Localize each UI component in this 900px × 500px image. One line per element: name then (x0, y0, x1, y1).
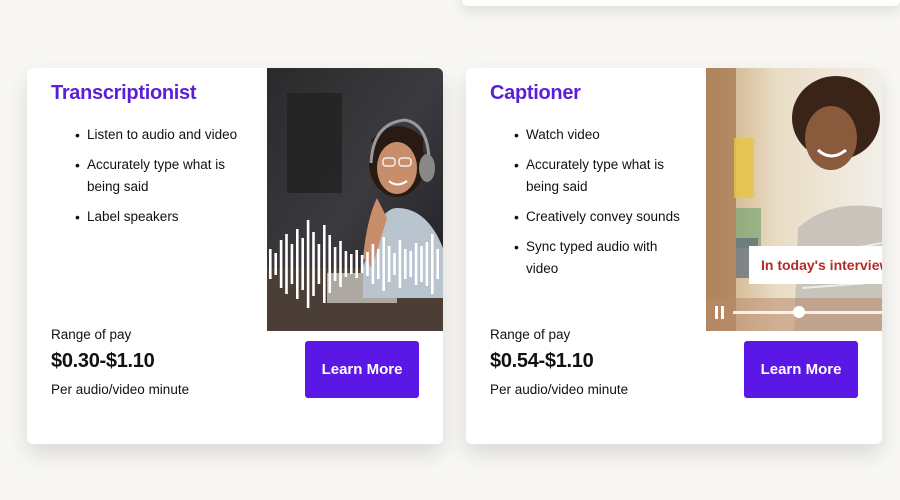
duties-list: Listen to audio and video Accurately typ… (67, 124, 247, 236)
waveform-bar (350, 254, 353, 274)
waveform-bar (420, 246, 423, 282)
pay-unit: Per audio/video minute (51, 382, 190, 397)
waveform-bar (312, 232, 315, 296)
list-item: Accurately type what is being said (506, 154, 686, 198)
waveform-bar (431, 234, 434, 294)
waveform-bar (290, 244, 294, 284)
waveform-bar (285, 234, 288, 294)
previous-card-edge (462, 0, 900, 6)
pay-label: Range of pay (490, 327, 571, 342)
seek-handle-icon (793, 306, 805, 318)
pay-label: Range of pay (51, 327, 132, 342)
pay-range: $0.54-$1.10 (490, 350, 594, 372)
card-title: Transcriptionist (51, 82, 197, 104)
captioner-card: Captioner Watch video Accurately type wh… (466, 68, 882, 444)
waveform-bar (355, 250, 358, 278)
waveform-bar (371, 244, 375, 284)
waveform-bar (377, 249, 380, 279)
waveform-bar (279, 240, 283, 288)
list-item: Sync typed audio with video (506, 236, 686, 280)
waveform-bar (301, 238, 304, 290)
list-item: Label speakers (67, 206, 247, 228)
learn-more-button[interactable]: Learn More (744, 341, 858, 398)
waveform-bar (317, 244, 321, 284)
list-item: Listen to audio and video (67, 124, 247, 146)
list-item: Accurately type what is being said (67, 154, 247, 198)
card-title: Captioner (490, 82, 581, 104)
waveform-bar (269, 249, 272, 279)
waveform-bar (387, 246, 391, 282)
pay-unit: Per audio/video minute (490, 382, 629, 397)
waveform-bar (409, 251, 412, 277)
waveform-bar (339, 241, 342, 287)
waveform-bar (296, 229, 299, 299)
waveform-bar (393, 253, 396, 275)
transcriptionist-photo (267, 68, 443, 331)
list-item: Creatively convey sounds (506, 206, 686, 228)
waveform-bar (360, 255, 364, 273)
waveform-bar (436, 249, 439, 279)
transcriptionist-card: Transcriptionist Listen to audio and vid… (27, 68, 443, 444)
waveform-bar (328, 235, 331, 293)
learn-more-button[interactable]: Learn More (305, 341, 419, 398)
duties-list: Watch video Accurately type what is bein… (506, 124, 686, 288)
waveform-bar (333, 247, 337, 281)
waveform-bar (382, 237, 385, 291)
waveform-bar (344, 251, 348, 277)
waveform-bar (323, 225, 326, 303)
waveform-bar (306, 220, 310, 308)
waveform-bar (274, 253, 277, 275)
pay-range: $0.30-$1.10 (51, 350, 155, 372)
waveform-bar (398, 240, 402, 288)
waveform-bar (425, 242, 429, 286)
list-item: Watch video (506, 124, 686, 146)
waveform-bar (404, 249, 407, 279)
waveform-bar (366, 252, 369, 276)
captioner-photo: In today's interview, (706, 68, 882, 331)
caption-overlay: In today's interview, (749, 246, 882, 284)
waveform-bar (414, 243, 418, 285)
